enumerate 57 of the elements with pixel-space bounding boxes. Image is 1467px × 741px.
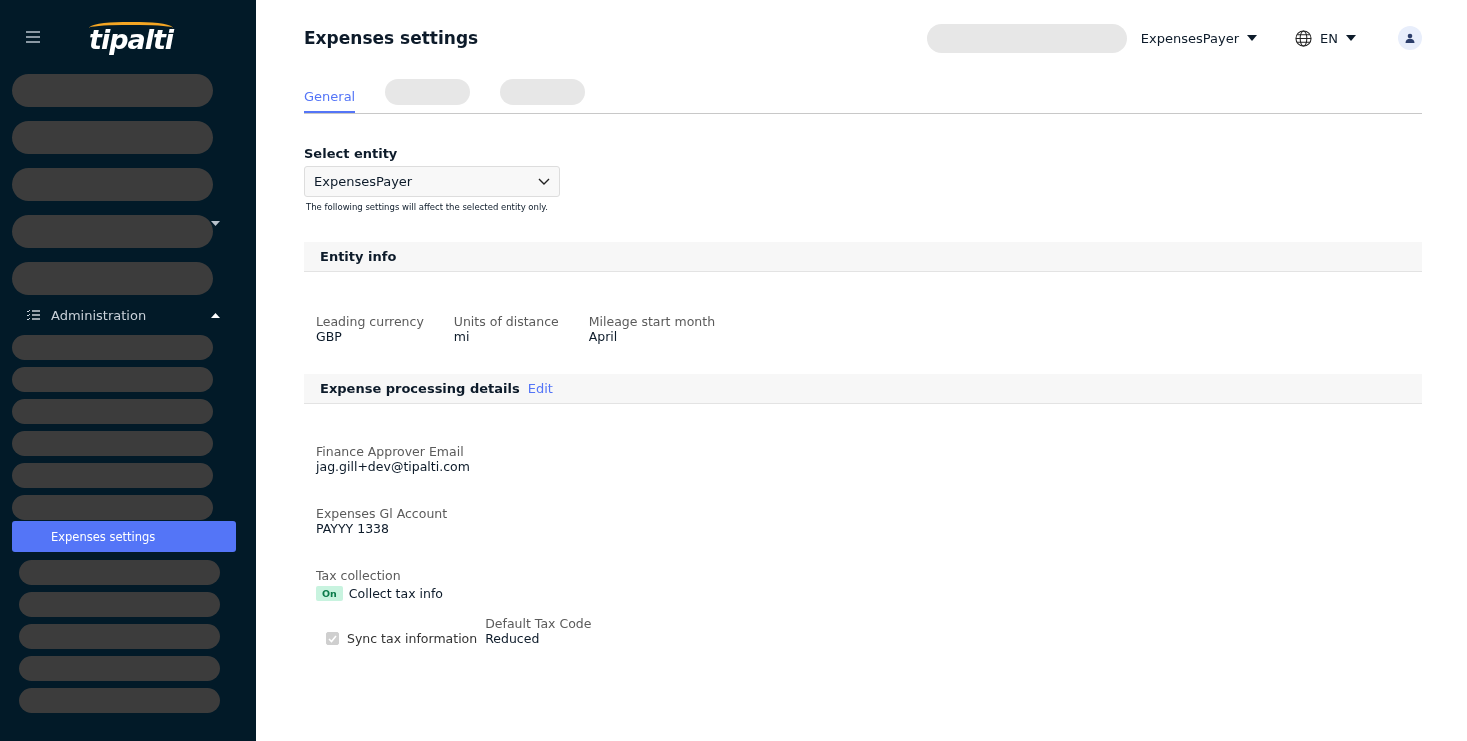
field-label: Units of distance: [453, 314, 559, 329]
checklist-icon: [26, 309, 40, 321]
page-title: Expenses settings: [304, 28, 479, 48]
field-label: Expenses Gl Account: [316, 506, 449, 521]
entity-dropdown[interactable]: ExpensesPayer: [1140, 30, 1258, 46]
redacted-menu-item[interactable]: [12, 495, 213, 520]
field-label: Select entity: [304, 146, 398, 161]
redacted-menu-item[interactable]: [19, 560, 220, 585]
language-dropdown[interactable]: EN: [1295, 29, 1356, 47]
field-value: GBP: [316, 329, 343, 344]
field-label: Mileage start month: [588, 314, 716, 329]
redacted-tab[interactable]: [500, 79, 586, 105]
sidebar-item[interactable]: Expenses settings: [12, 521, 236, 552]
user-avatar[interactable]: [1398, 26, 1422, 50]
caret-icon: [1346, 35, 1356, 41]
redacted-menu-item[interactable]: [19, 592, 220, 617]
redacted-menu-item[interactable]: [12, 168, 213, 201]
redacted-menu-item[interactable]: [12, 463, 213, 488]
redacted-menu-item[interactable]: [19, 688, 220, 713]
redacted-menu-item[interactable]: [12, 431, 213, 456]
menu-group-label[interactable]: Administration: [51, 307, 147, 323]
logo[interactable]: tipalti: [89, 21, 174, 53]
field-label: Default Tax Code: [485, 616, 592, 631]
globe-icon: [1295, 29, 1313, 47]
status-badge: On: [316, 586, 343, 601]
section-title: Entity info: [320, 249, 397, 264]
tab[interactable]: General: [304, 89, 356, 113]
caret-icon: [1247, 35, 1258, 41]
field-value: Collect tax info: [348, 586, 443, 601]
field-value: April: [588, 329, 619, 344]
user-icon: [1405, 33, 1415, 43]
redacted-menu-item[interactable]: [12, 262, 213, 295]
checkbox-label: Sync tax information: [347, 631, 478, 646]
redacted-menu-item[interactable]: [12, 399, 213, 424]
field-value: jag.gill+dev@tipalti.com: [316, 459, 471, 474]
caret-icon[interactable]: [211, 221, 220, 226]
field-label: Finance Approver Email: [316, 444, 465, 459]
section-title: Expense processing details: [320, 381, 520, 396]
redacted-menu-item[interactable]: [12, 335, 213, 360]
redacted-field[interactable]: [926, 23, 1127, 53]
redacted-menu-item[interactable]: [12, 121, 213, 154]
helper-text: The following settings will affect the selected entity only.: [306, 202, 548, 212]
field-label: Leading currency: [316, 314, 424, 329]
caret-icon[interactable]: [211, 312, 220, 318]
redacted-menu-item[interactable]: [19, 656, 220, 681]
field-value: mi: [453, 329, 471, 344]
field-label: Tax collection: [316, 568, 402, 583]
menu-icon[interactable]: [25, 30, 41, 44]
entity-select[interactable]: ExpensesPayer: [304, 166, 560, 197]
edit-link[interactable]: Edit: [527, 381, 553, 396]
field-value: Reduced: [485, 631, 541, 646]
redacted-menu-item[interactable]: [19, 624, 220, 649]
redacted-tab[interactable]: [385, 79, 471, 105]
field-value: PAYYY 1338: [316, 521, 390, 536]
redacted-menu-item[interactable]: [12, 367, 213, 392]
chevron-down-icon: [538, 178, 550, 185]
redacted-menu-item[interactable]: [12, 74, 213, 107]
